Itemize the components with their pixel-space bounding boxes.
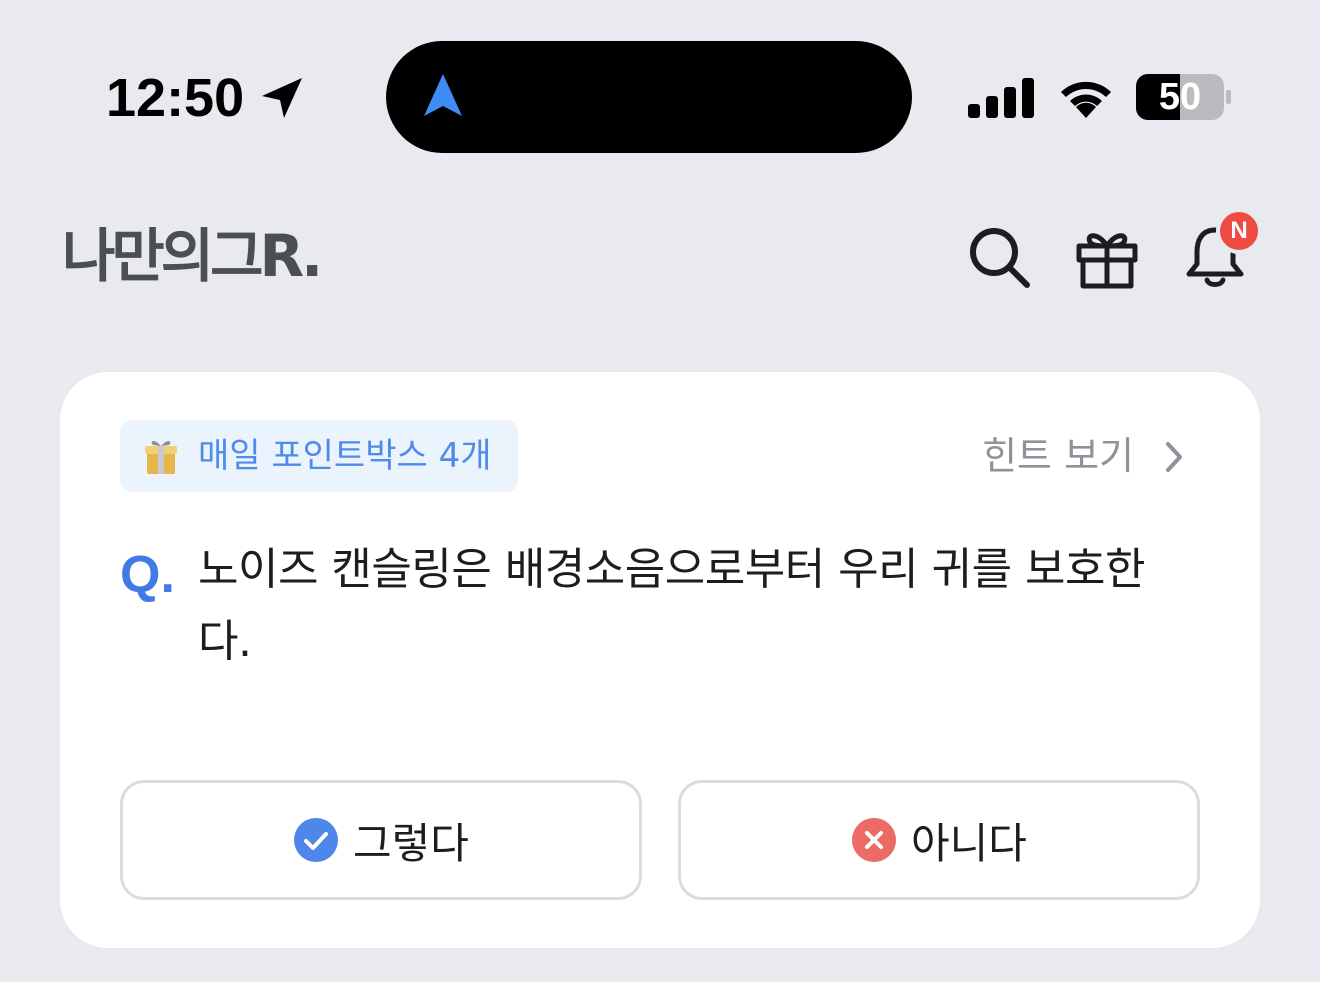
answer-yes-button[interactable]: 그렇다 <box>120 780 642 900</box>
answer-no-label: 아니다 <box>911 818 1027 868</box>
point-box-label: 매일 포인트박스 4개 <box>198 436 492 476</box>
check-circle-icon <box>294 818 339 862</box>
battery-level: 50 <box>1158 76 1202 118</box>
status-bar: 12:50 50 <box>0 0 1320 190</box>
signal-icon <box>968 78 1034 118</box>
answer-yes-label: 그렇다 <box>353 818 469 868</box>
wifi-icon <box>1061 81 1111 118</box>
notification-badge: N <box>1216 208 1262 254</box>
app-logo[interactable]: 나만의그R. <box>62 222 323 290</box>
search-button[interactable] <box>964 222 1034 292</box>
gift-icon <box>1076 233 1138 289</box>
navigation-arrow-icon <box>424 74 462 116</box>
hint-link[interactable]: 힌트 보기 <box>982 428 1190 484</box>
hint-label: 힌트 보기 <box>982 434 1134 478</box>
question-text: 노이즈 캔슬링은 배경소음으로부터 우리 귀를 보호한다. <box>198 544 1146 667</box>
gift-box-icon <box>145 440 177 474</box>
point-box-chip[interactable]: 매일 포인트박스 4개 <box>120 420 518 492</box>
status-time: 12:50 <box>106 68 245 128</box>
gift-button[interactable] <box>1072 222 1142 292</box>
answer-no-button[interactable]: 아니다 <box>678 780 1200 900</box>
x-circle-icon <box>852 818 897 862</box>
question-marker: Q. <box>120 546 175 604</box>
chevron-right-icon <box>1166 442 1182 472</box>
location-arrow-icon <box>262 78 302 118</box>
search-icon <box>970 228 1030 288</box>
app-screen: 12:50 50 나만의그R. N 매일 포인트박스 4개 힌트 보기 Q. 노… <box>0 0 1320 982</box>
battery-icon: 50 <box>1136 74 1232 120</box>
quiz-card: 매일 포인트박스 4개 힌트 보기 Q. 노이즈 캔슬링은 배경소음으로부터 우… <box>60 372 1260 948</box>
